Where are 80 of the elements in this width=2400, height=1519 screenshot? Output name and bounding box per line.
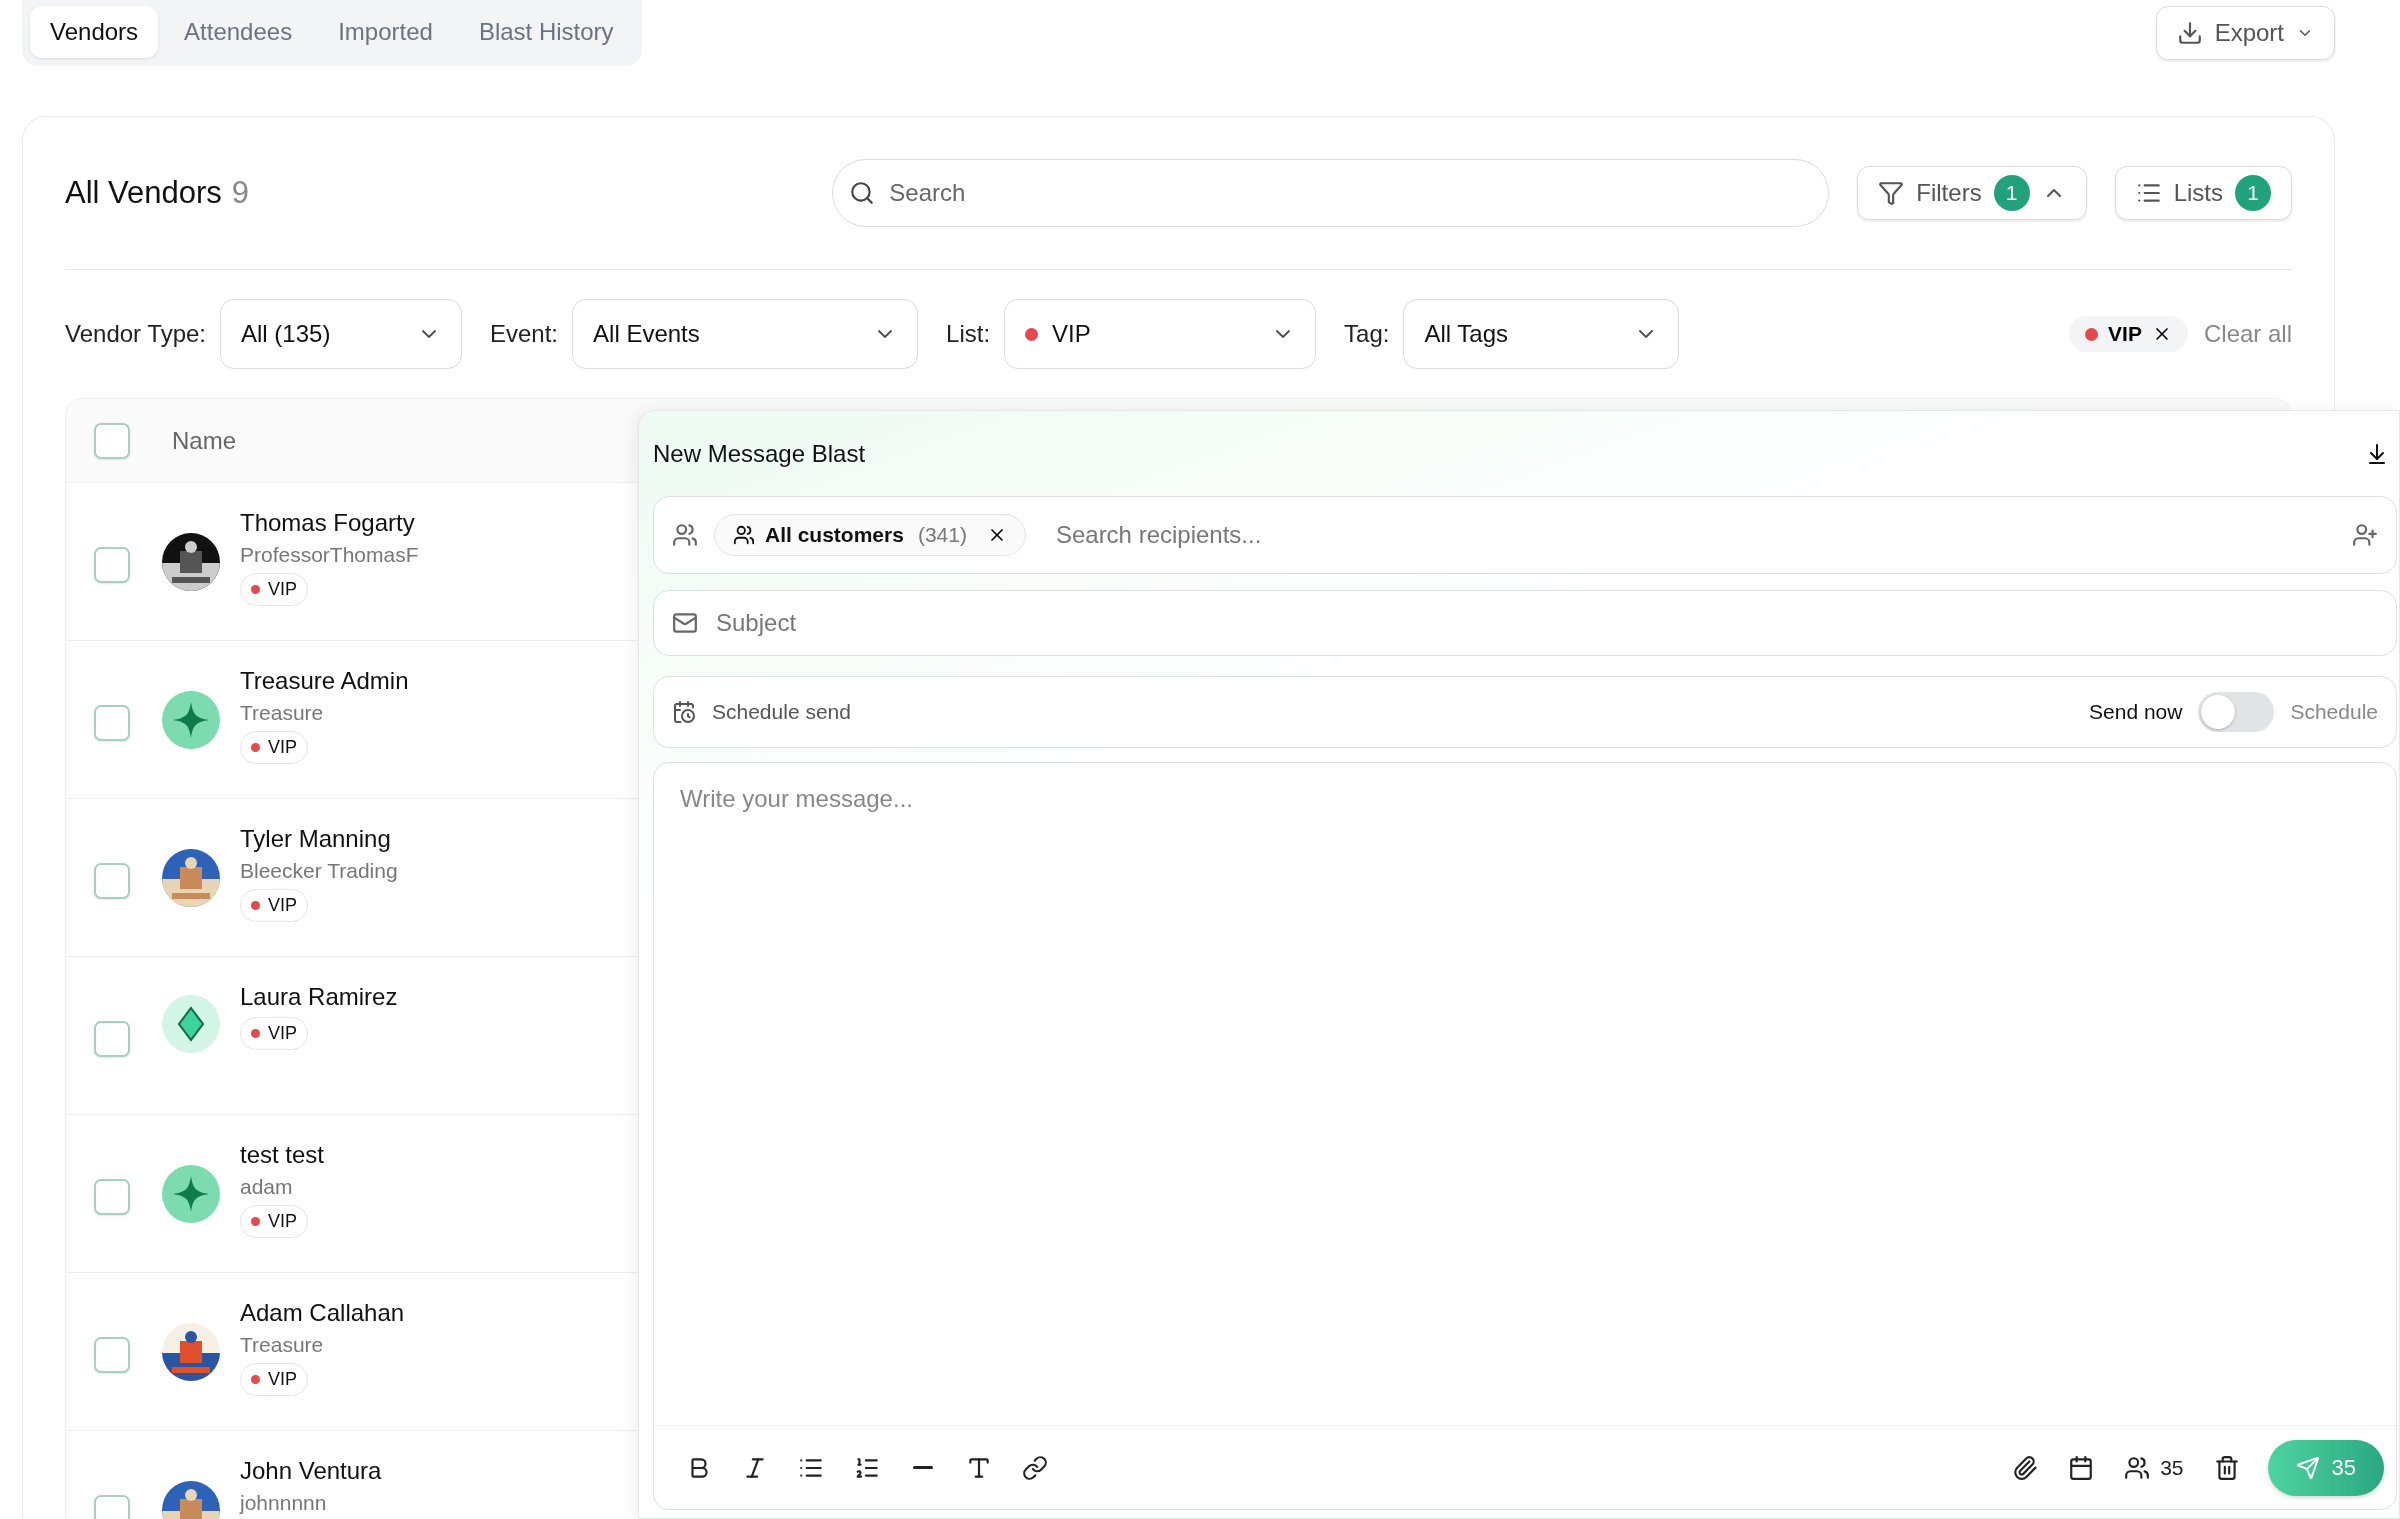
recipients-field[interactable]: All customers (341) Search recipients...	[653, 496, 2397, 574]
vendor-subtitle: adam	[240, 1175, 293, 1199]
minus-icon	[913, 1466, 933, 1469]
vendor-name: Treasure Admin	[240, 667, 409, 695]
column-header: Name	[172, 426, 237, 455]
filter-label: Vendor Type:	[65, 320, 206, 348]
diamond-avatar-icon	[162, 995, 220, 1053]
vip-tag: VIP	[240, 1205, 308, 1238]
row-checkbox[interactable]	[94, 547, 130, 583]
recipient-chip: All customers (341)	[714, 514, 1026, 556]
vendor-subtitle: Bleecker Trading	[240, 859, 398, 883]
export-button[interactable]: Export	[2155, 6, 2335, 60]
add-user-icon	[2352, 522, 2378, 548]
vendor-name: Laura Ramirez	[240, 983, 398, 1011]
mail-icon	[672, 610, 698, 636]
vendor-name: John Ventura	[240, 1457, 382, 1485]
vendor-name: Thomas Fogarty	[240, 509, 415, 537]
search-icon	[849, 180, 876, 206]
vip-tag: VIP	[240, 889, 308, 922]
count-badge: 1	[1993, 175, 2030, 211]
message-editor[interactable]: Write your message... 35 35	[653, 762, 2397, 1510]
count-badge: 1	[2235, 175, 2271, 211]
tab[interactable]: Vendors	[30, 6, 159, 58]
subject-input[interactable]: Subject	[714, 608, 2378, 638]
tab[interactable]: Imported	[318, 6, 453, 58]
users-icon	[672, 522, 698, 548]
panel-title: New Message Blast	[653, 439, 866, 468]
vip-tag: VIP	[240, 1017, 308, 1050]
row-checkbox[interactable]	[94, 1179, 130, 1215]
vendor-count: 9	[231, 175, 250, 211]
send-now-label: Send now	[2089, 700, 2183, 724]
vendor-name: Adam Callahan	[240, 1299, 405, 1327]
vendor-subtitle: ProfessorThomasF	[240, 543, 419, 567]
download-icon	[2176, 20, 2203, 46]
recipients-count-button[interactable]: 35	[2112, 1446, 2196, 1489]
row-checkbox[interactable]	[94, 863, 130, 899]
filter-label: Tag:	[1344, 320, 1390, 348]
calendar-clock-icon	[672, 700, 696, 724]
active-filter-chip[interactable]: VIP	[2069, 316, 2188, 352]
sparkle-avatar-icon	[162, 1165, 220, 1223]
schedule-option-label: Schedule	[2290, 700, 2378, 724]
filters-button[interactable]: Filters 1	[1857, 166, 2087, 220]
trash-icon	[2213, 1454, 2240, 1481]
vendor-subtitle: Treasure	[240, 701, 324, 725]
filter-select[interactable]: All Tags	[1403, 299, 1680, 369]
schedule-switch[interactable]	[2198, 692, 2275, 732]
lists-button[interactable]: Lists 1	[2114, 166, 2292, 220]
page-title: All Vendors	[65, 175, 222, 211]
link-icon	[1022, 1454, 1048, 1481]
message-field[interactable]: Write your message...	[654, 763, 2396, 1425]
vendor-name: test test	[240, 1141, 325, 1169]
tab[interactable]: Blast History	[458, 6, 634, 58]
filter-select[interactable]: VIP	[1004, 299, 1317, 369]
filter-select[interactable]: All Events	[572, 299, 919, 369]
users-icon	[2124, 1454, 2151, 1481]
sparkle-avatar-icon	[162, 691, 220, 749]
vendor-subtitle: Treasure	[240, 1333, 324, 1357]
row-checkbox[interactable]	[94, 1337, 130, 1373]
vendor-subtitle: johnnnnn	[240, 1491, 327, 1515]
send-icon	[2295, 1455, 2320, 1480]
vip-tag: VIP	[240, 1363, 308, 1396]
filter-label: Event:	[490, 320, 559, 348]
row-checkbox[interactable]	[94, 705, 130, 741]
users-icon	[733, 524, 755, 546]
paperclip-icon	[2012, 1454, 2039, 1481]
funnel-icon	[1878, 180, 1905, 206]
filter-label: List:	[946, 320, 991, 348]
filter-select[interactable]: All (135)	[220, 299, 462, 369]
tab[interactable]: Attendees	[164, 6, 313, 58]
select-all-checkbox[interactable]	[94, 422, 130, 459]
vip-tag: VIP	[240, 573, 308, 606]
search-input[interactable]: Search	[887, 178, 1813, 208]
vendor-name: Tyler Manning	[240, 825, 391, 853]
row-checkbox[interactable]	[94, 1021, 130, 1057]
schedule-label: Schedule send	[712, 700, 852, 724]
calendar-icon	[2068, 1454, 2095, 1481]
vip-tag: VIP	[240, 731, 308, 764]
subject-field[interactable]: Subject	[653, 590, 2397, 656]
clear-all-link[interactable]: Clear all	[2203, 320, 2292, 348]
recipients-input[interactable]: Search recipients...	[1053, 520, 2336, 550]
